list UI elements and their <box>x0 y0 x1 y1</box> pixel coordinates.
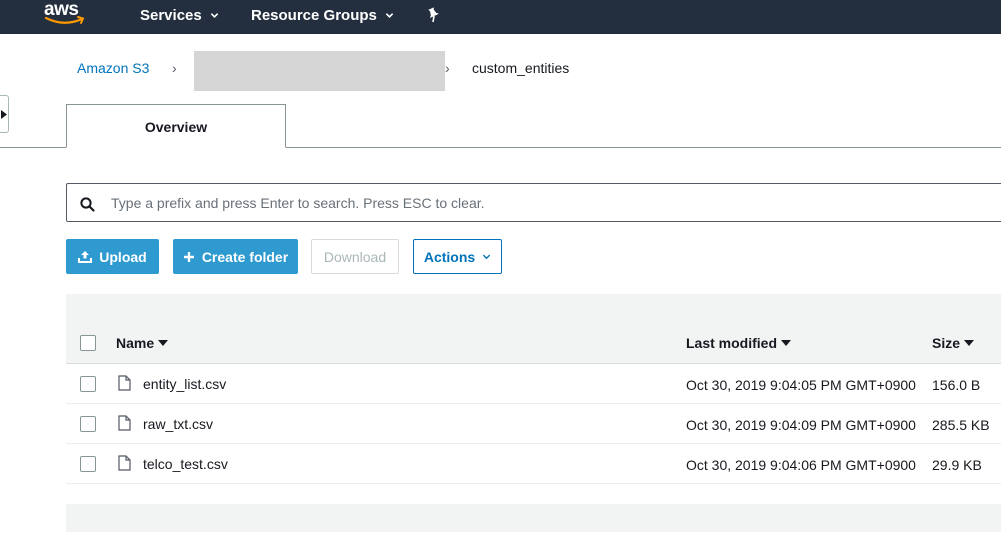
file-size: 29.9 KB <box>932 457 982 473</box>
file-name-link[interactable]: telco_test.csv <box>143 456 228 472</box>
chevron-down-icon <box>385 13 394 18</box>
table-top-band <box>66 294 1001 322</box>
table-header: Name Last modified Size <box>66 322 1001 364</box>
tab-overview[interactable]: Overview <box>66 104 286 148</box>
actions-button-label: Actions <box>423 248 476 265</box>
file-name-link[interactable]: raw_txt.csv <box>143 416 213 432</box>
breadcrumb-separator: › <box>445 60 450 76</box>
download-button-label: Download <box>323 248 387 265</box>
row-checkbox[interactable] <box>80 456 96 472</box>
file-icon <box>118 455 131 471</box>
column-last-modified-label: Last modified <box>686 335 778 351</box>
table-bottom-band <box>66 504 1001 532</box>
create-folder-button[interactable]: Create folder <box>173 239 298 274</box>
sort-caret-down-icon <box>781 340 792 346</box>
services-label: Services <box>140 7 202 24</box>
search-box <box>66 183 1001 222</box>
file-name-link[interactable]: entity_list.csv <box>143 376 226 392</box>
redacted-bucket-name <box>194 51 445 91</box>
services-menu[interactable]: Services <box>140 7 219 24</box>
sort-caret-down-icon <box>964 340 975 346</box>
row-checkbox[interactable] <box>80 376 96 392</box>
breadcrumb-separator: › <box>172 60 177 76</box>
column-header-last-modified[interactable]: Last modified <box>686 335 792 351</box>
top-navigation-bar: aws Services Resource Groups <box>0 0 1001 34</box>
row-checkbox[interactable] <box>80 416 96 432</box>
column-size-label: Size <box>932 335 961 351</box>
column-header-name[interactable]: Name <box>116 335 169 351</box>
upload-button-label: Upload <box>99 248 147 265</box>
upload-icon <box>78 251 93 263</box>
file-size: 156.0 B <box>932 377 981 393</box>
pin-icon[interactable] <box>427 7 441 23</box>
column-name-label: Name <box>116 335 155 351</box>
side-panel-toggle[interactable] <box>0 95 9 133</box>
plus-icon <box>183 251 194 262</box>
aws-smile-icon <box>44 16 85 24</box>
file-size: 285.5 KB <box>932 417 990 433</box>
file-last-modified: Oct 30, 2019 9:04:06 PM GMT+0900 <box>686 457 916 473</box>
table-row[interactable]: telco_test.csv Oct 30, 2019 9:04:06 PM G… <box>66 444 1001 484</box>
chevron-down-icon <box>483 254 491 260</box>
search-icon <box>80 197 95 212</box>
file-icon <box>118 375 131 391</box>
aws-logo[interactable]: aws <box>44 0 88 28</box>
download-button[interactable]: Download <box>311 239 399 274</box>
search-input[interactable] <box>111 193 971 213</box>
resource-groups-menu[interactable]: Resource Groups <box>251 7 394 24</box>
file-last-modified: Oct 30, 2019 9:04:05 PM GMT+0900 <box>686 377 916 393</box>
upload-button[interactable]: Upload <box>66 239 159 274</box>
actions-dropdown-button[interactable]: Actions <box>413 239 502 274</box>
create-folder-button-label: Create folder <box>201 248 289 265</box>
column-header-size[interactable]: Size <box>932 335 975 351</box>
table-row[interactable]: entity_list.csv Oct 30, 2019 9:04:05 PM … <box>66 364 1001 404</box>
select-all-checkbox[interactable] <box>80 335 96 351</box>
caret-right-icon <box>1 110 7 119</box>
resource-groups-label: Resource Groups <box>251 7 377 24</box>
breadcrumb-current-folder: custom_entities <box>472 60 570 76</box>
file-last-modified: Oct 30, 2019 9:04:09 PM GMT+0900 <box>686 417 916 433</box>
table-row[interactable]: raw_txt.csv Oct 30, 2019 9:04:09 PM GMT+… <box>66 404 1001 444</box>
breadcrumb-amazon-s3-link[interactable]: Amazon S3 <box>77 60 149 76</box>
sort-caret-down-icon <box>158 340 169 346</box>
file-icon <box>118 415 131 431</box>
chevron-down-icon <box>210 13 218 18</box>
